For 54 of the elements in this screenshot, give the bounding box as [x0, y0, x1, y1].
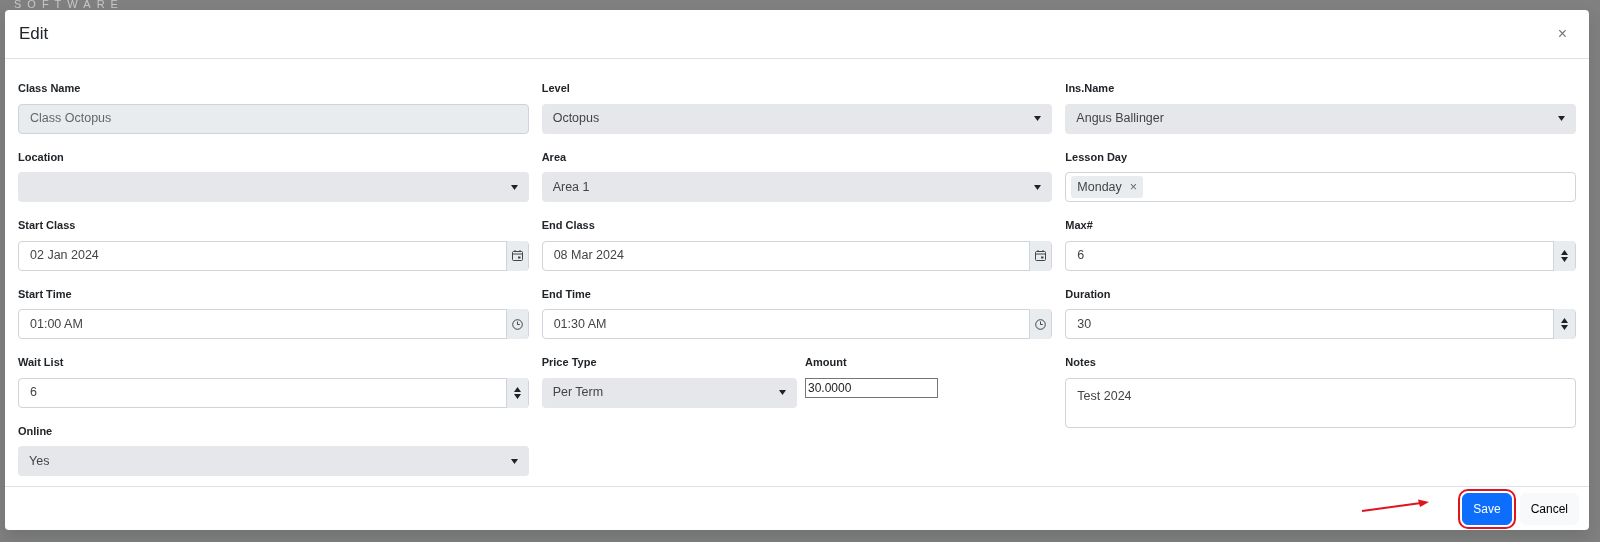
field-label: Level: [541, 81, 570, 97]
calendar-icon: [1035, 250, 1047, 262]
field-label: Price Type: [541, 355, 597, 371]
number-field[interactable]: 6: [18, 377, 529, 408]
caret-icon: [1034, 116, 1042, 122]
field-label: Start Class: [18, 218, 76, 234]
close-button[interactable]: ×: [1553, 22, 1571, 46]
notes-field[interactable]: Test 2024: [1065, 377, 1576, 428]
annotation-arrow: [1361, 499, 1431, 514]
caret-icon: [510, 458, 518, 464]
dropdown[interactable]: Per Term: [541, 377, 797, 408]
caret-icon: [1558, 116, 1565, 122]
dropdown[interactable]: [18, 172, 529, 203]
text-field[interactable]: 30.0000: [805, 377, 938, 398]
text-field[interactable]: Class Octopus: [18, 103, 529, 134]
date-field[interactable]: 02 Jan 2024: [18, 240, 529, 271]
caret-icon: [510, 184, 518, 190]
field-label: Location: [18, 149, 64, 165]
field-label: Duration: [1065, 286, 1111, 302]
cancel-button[interactable]: Cancel: [1519, 492, 1579, 525]
clock-icon: [1035, 318, 1047, 330]
number-field[interactable]: 6: [1065, 240, 1576, 271]
field-label: Area: [541, 149, 567, 165]
field-label: Ins.Name: [1065, 81, 1115, 97]
caret-icon: [779, 390, 786, 396]
dropdown[interactable]: Area 1: [541, 172, 1053, 203]
field-label: Online: [18, 423, 53, 439]
logo-text: SOFTWARE: [14, 0, 124, 12]
dropdown[interactable]: Octopus: [541, 103, 1053, 134]
time-field[interactable]: 01:30 AM: [541, 309, 1053, 340]
field-label: Max#: [1065, 218, 1093, 234]
caret-icon: [1034, 184, 1042, 190]
field-label: Amount: [805, 355, 847, 371]
clock-icon: [511, 318, 523, 330]
time-field[interactable]: 01:00 AM: [18, 309, 529, 340]
spinner-icon: [1561, 249, 1568, 262]
field-label: Wait List: [18, 355, 64, 371]
tag-text: Monday: [1077, 178, 1122, 196]
field-label: Class Name: [18, 81, 81, 97]
field-label: Lesson Day: [1065, 149, 1128, 165]
date-field[interactable]: 08 Mar 2024: [541, 240, 1053, 271]
tag-remove[interactable]: ×: [1129, 177, 1138, 197]
number-field[interactable]: 30: [1065, 309, 1576, 340]
spinner-icon: [1561, 318, 1568, 331]
field-label: End Time: [541, 286, 591, 302]
spinner-icon: [513, 386, 521, 399]
field-label: Notes: [1065, 355, 1096, 371]
tag-field[interactable]: Monday ×: [1065, 172, 1576, 203]
calendar-icon: [511, 250, 523, 262]
modal-title: Edit: [19, 23, 49, 46]
field-label: End Class: [541, 218, 595, 234]
dropdown[interactable]: Yes: [18, 446, 529, 477]
dropdown[interactable]: Angus Ballinger: [1065, 103, 1576, 134]
field-label: Start Time: [18, 286, 72, 302]
